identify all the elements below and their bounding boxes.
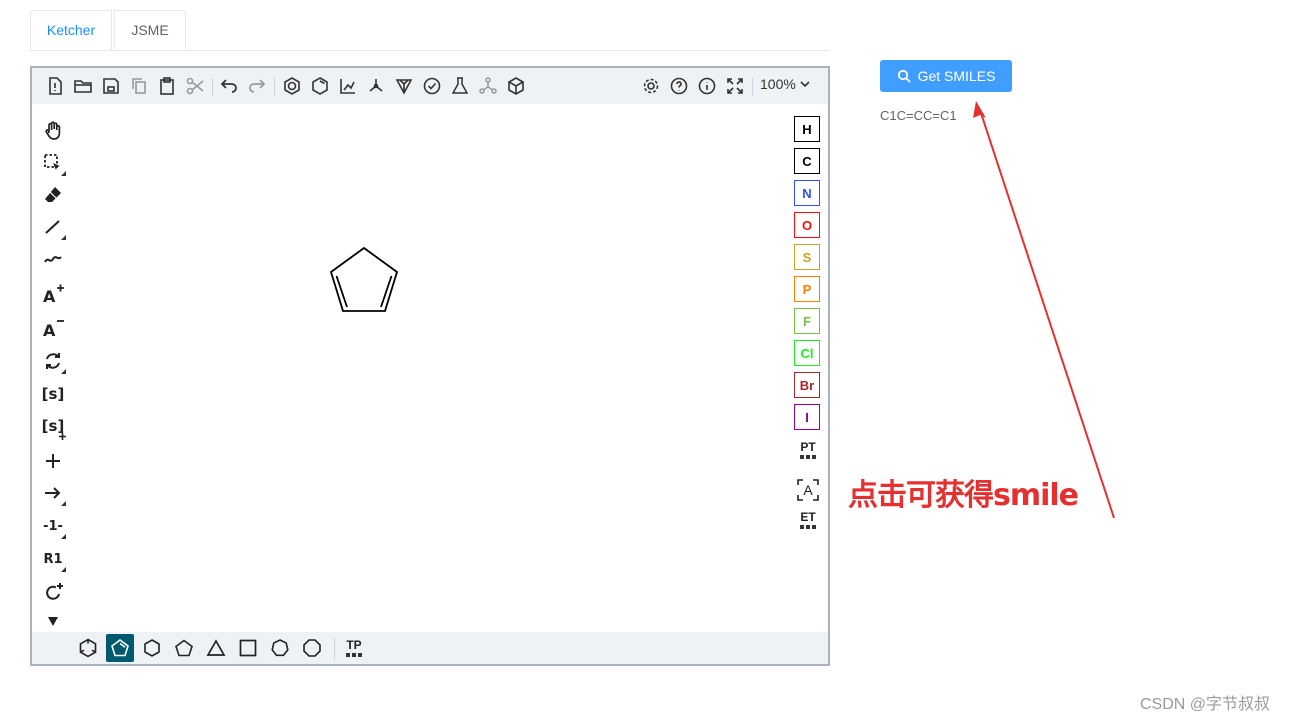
new-file-icon[interactable] bbox=[44, 75, 66, 97]
atom-symbol: P bbox=[802, 281, 812, 297]
periodic-table-button[interactable]: PT bbox=[796, 438, 820, 462]
help-icon[interactable] bbox=[668, 75, 690, 97]
atom-symbol: O bbox=[801, 217, 813, 233]
clean-up-icon[interactable] bbox=[365, 75, 387, 97]
hand-tool-icon[interactable] bbox=[40, 118, 66, 144]
chevron-down-icon bbox=[800, 81, 810, 88]
template-library-button[interactable]: TP bbox=[340, 634, 368, 662]
mapping-label: -1- bbox=[43, 518, 63, 534]
get-smiles-button[interactable]: Get SMILES bbox=[880, 60, 1012, 92]
atom-symbol: F bbox=[803, 313, 811, 329]
template-benzene-3d-icon[interactable] bbox=[74, 634, 102, 662]
atom-n-button[interactable]: N bbox=[794, 180, 820, 206]
atom-i-button[interactable]: I bbox=[794, 404, 820, 430]
rotate-tool-icon[interactable] bbox=[40, 348, 66, 374]
zoom-value: 100% bbox=[760, 76, 796, 92]
atom-o-button[interactable]: O bbox=[794, 212, 820, 238]
atom-f-button[interactable]: F bbox=[794, 308, 820, 334]
svg-text:A: A bbox=[43, 321, 56, 338]
atom-p-button[interactable]: P bbox=[794, 276, 820, 302]
sgroup-label: [s] bbox=[41, 385, 65, 403]
template-cyclopropane-icon[interactable] bbox=[202, 634, 230, 662]
check-structure-icon[interactable] bbox=[421, 75, 443, 97]
shape-tool-icon[interactable] bbox=[40, 579, 66, 605]
extended-table-button[interactable]: ET bbox=[796, 508, 820, 532]
charge-minus-icon[interactable]: A bbox=[40, 314, 66, 340]
tab-ketcher[interactable]: Ketcher bbox=[30, 10, 112, 50]
atom-br-button[interactable]: Br bbox=[794, 372, 820, 398]
atom-symbol: Br bbox=[799, 377, 815, 393]
atom-h-button[interactable]: H bbox=[794, 116, 820, 142]
editor-tabs: Ketcher JSME bbox=[30, 10, 830, 51]
more-tools-icon[interactable] bbox=[40, 614, 66, 630]
zoom-select[interactable]: 100% bbox=[760, 76, 811, 92]
recognize-icon[interactable] bbox=[477, 75, 499, 97]
about-icon[interactable] bbox=[696, 75, 718, 97]
template-cyclooctane-icon[interactable] bbox=[298, 634, 326, 662]
aromatize-icon[interactable] bbox=[281, 75, 303, 97]
search-icon bbox=[897, 69, 911, 83]
atom-symbol: H bbox=[802, 121, 812, 137]
bottom-toolbar: TP bbox=[32, 632, 828, 664]
watermark: CSDN @字节叔叔 bbox=[1140, 696, 1271, 713]
undo-icon[interactable] bbox=[218, 75, 240, 97]
atom-symbol: N bbox=[802, 185, 812, 201]
single-bond-icon[interactable] bbox=[40, 214, 66, 240]
reaction-mapping-icon[interactable]: -1- bbox=[40, 513, 66, 539]
rgroup-tool-icon[interactable]: R1 bbox=[40, 546, 66, 572]
eraser-icon[interactable] bbox=[40, 182, 66, 208]
save-icon[interactable] bbox=[100, 75, 122, 97]
ketcher-editor: 100% A A [s] [s] -1- R1 H C N O S P F Cl… bbox=[30, 66, 830, 666]
template-cyclopentadiene-icon[interactable] bbox=[106, 634, 134, 662]
extended-table-label: ET bbox=[800, 510, 816, 524]
copy-icon[interactable] bbox=[128, 75, 150, 97]
get-smiles-label: Get SMILES bbox=[917, 68, 996, 84]
grid-dots-icon bbox=[346, 653, 362, 657]
template-cycloheptane-icon[interactable] bbox=[266, 634, 294, 662]
template-library-label: TP bbox=[346, 638, 362, 652]
rgroup-label: R1 bbox=[43, 551, 63, 567]
open-folder-icon[interactable] bbox=[72, 75, 94, 97]
smiles-result: C1C=CC=C1 bbox=[880, 108, 957, 123]
paste-icon[interactable] bbox=[156, 75, 178, 97]
redo-icon[interactable] bbox=[246, 75, 268, 97]
svg-text:A: A bbox=[43, 287, 56, 304]
tab-jsme[interactable]: JSME bbox=[114, 10, 186, 49]
any-atom-button[interactable]: A bbox=[796, 478, 820, 502]
settings-icon[interactable] bbox=[640, 75, 662, 97]
stereo-icon[interactable] bbox=[393, 75, 415, 97]
atom-c-button[interactable]: C bbox=[794, 148, 820, 174]
data-sgroup-tool-icon[interactable]: [s] bbox=[40, 413, 66, 440]
atom-symbol: C bbox=[802, 153, 812, 169]
sgroup-tool-icon[interactable]: [s] bbox=[40, 381, 66, 407]
template-cyclohexane-icon[interactable] bbox=[138, 634, 166, 662]
atom-symbol: I bbox=[805, 409, 809, 425]
periodic-table-label: PT bbox=[800, 440, 816, 454]
atom-cl-button[interactable]: Cl bbox=[794, 340, 820, 366]
layout-icon[interactable] bbox=[337, 75, 359, 97]
grid-dots-icon bbox=[800, 525, 816, 529]
atom-symbol: Cl bbox=[800, 345, 814, 361]
grid-dots-icon bbox=[800, 455, 816, 459]
annotation-text: 点击可获得smile bbox=[848, 478, 1079, 513]
atom-s-button[interactable]: S bbox=[794, 244, 820, 270]
cut-icon[interactable] bbox=[184, 75, 206, 97]
calculated-values-icon[interactable] bbox=[449, 75, 471, 97]
top-toolbar: 100% bbox=[32, 68, 828, 104]
atom-symbol: S bbox=[802, 249, 812, 265]
template-cyclobutane-icon[interactable] bbox=[234, 634, 262, 662]
fullscreen-icon[interactable] bbox=[724, 75, 746, 97]
dearomatize-icon[interactable] bbox=[309, 75, 331, 97]
molecule-cyclopentadiene[interactable] bbox=[322, 240, 402, 316]
reaction-plus-icon[interactable] bbox=[40, 448, 66, 474]
template-cyclopentane-icon[interactable] bbox=[170, 634, 198, 662]
selection-tool-icon[interactable] bbox=[40, 150, 66, 176]
3d-view-icon[interactable] bbox=[505, 75, 527, 97]
chain-tool-icon[interactable] bbox=[40, 246, 66, 272]
charge-plus-icon[interactable]: A bbox=[40, 280, 66, 306]
reaction-arrow-icon[interactable] bbox=[40, 480, 66, 506]
